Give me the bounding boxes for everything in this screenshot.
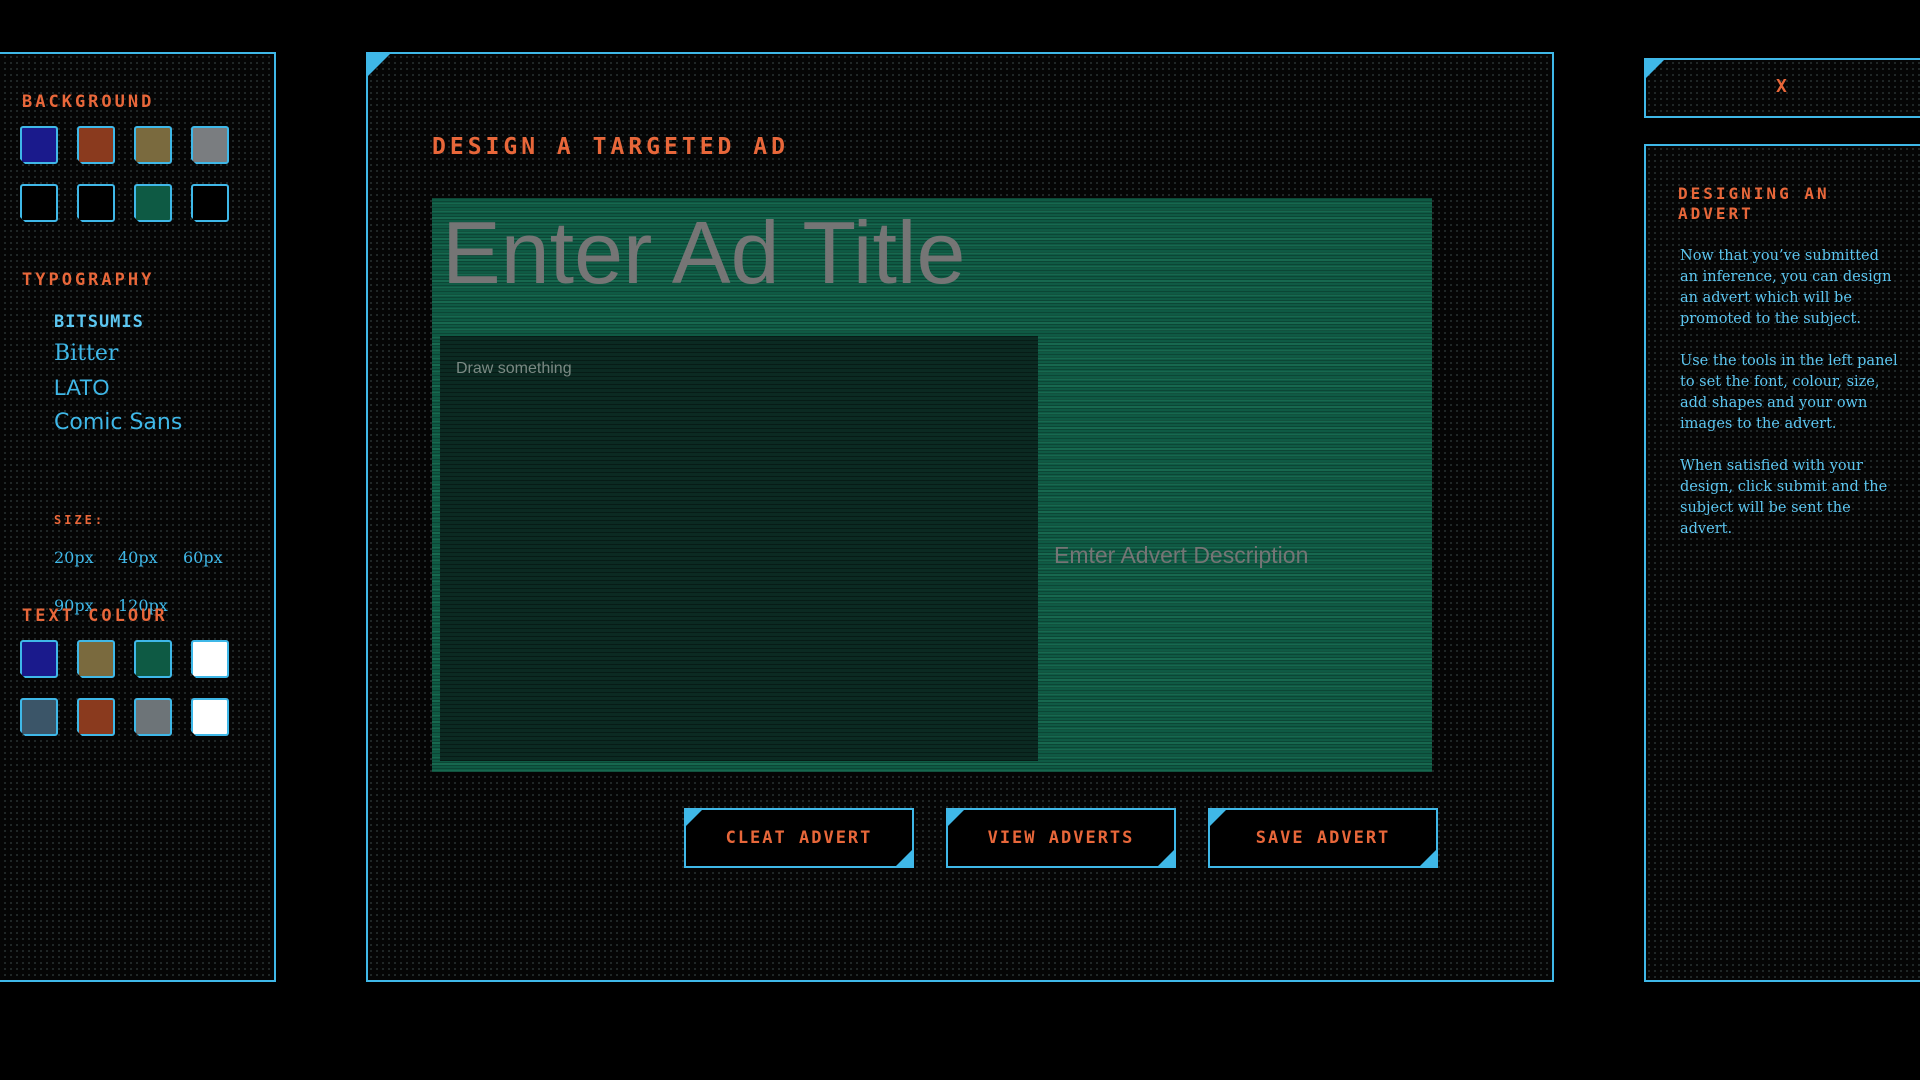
background-swatch[interactable] bbox=[191, 126, 229, 164]
background-section-title: Background bbox=[22, 92, 155, 112]
font-list: BITSUMIS Bitter LATO Comic Sans bbox=[54, 312, 182, 444]
help-title: Designing an Advert bbox=[1678, 184, 1830, 223]
corner-accent bbox=[895, 849, 913, 867]
background-swatch-grid bbox=[20, 126, 229, 222]
background-swatch[interactable] bbox=[77, 184, 115, 222]
size-option-40[interactable]: 40px bbox=[118, 548, 158, 567]
text-colour-swatch[interactable] bbox=[191, 698, 229, 736]
typography-section-title: Typography bbox=[22, 270, 155, 290]
background-swatch[interactable] bbox=[134, 184, 172, 222]
corner-accent bbox=[685, 809, 703, 827]
text-colour-swatch[interactable] bbox=[77, 698, 115, 736]
size-option-60[interactable]: 60px bbox=[183, 548, 223, 567]
draw-hint: Draw something bbox=[456, 360, 572, 377]
view-adverts-label: View Adverts bbox=[987, 828, 1135, 848]
background-swatch[interactable] bbox=[20, 126, 58, 164]
help-paragraph: When satisfied with your design, click s… bbox=[1680, 458, 1888, 537]
text-colour-swatch-grid bbox=[20, 640, 229, 736]
view-adverts-button[interactable]: View Adverts bbox=[946, 808, 1176, 868]
close-button[interactable]: X bbox=[1644, 58, 1920, 118]
clear-advert-label: Cleat Advert bbox=[725, 828, 873, 848]
background-swatch[interactable] bbox=[20, 184, 58, 222]
font-option-comic-sans[interactable]: Comic Sans bbox=[54, 410, 182, 435]
text-colour-swatch[interactable] bbox=[77, 640, 115, 678]
save-advert-label: Save Advert bbox=[1255, 828, 1391, 848]
page-title: Design a Targeted Ad bbox=[432, 134, 789, 160]
text-colour-swatch[interactable] bbox=[134, 698, 172, 736]
ad-description-input[interactable] bbox=[1054, 542, 1414, 569]
font-option-bitter[interactable]: Bitter bbox=[54, 341, 182, 366]
left-tools-panel: Background Typography BITSUMIS Bitter LA… bbox=[0, 52, 276, 982]
ad-designer-panel: Design a Targeted Ad Draw something Clea… bbox=[366, 52, 1554, 982]
text-colour-swatch[interactable] bbox=[134, 640, 172, 678]
help-text: Now that you’ve submitted an inference, … bbox=[1680, 246, 1900, 561]
corner-accent bbox=[1209, 809, 1227, 827]
ad-title-input[interactable] bbox=[442, 202, 1422, 304]
help-panel: Designing an Advert Now that you’ve subm… bbox=[1644, 144, 1920, 982]
corner-accent bbox=[1157, 849, 1175, 867]
close-icon[interactable]: X bbox=[1776, 76, 1787, 97]
font-option-bitsumis[interactable]: BITSUMIS bbox=[54, 312, 182, 332]
background-swatch[interactable] bbox=[191, 184, 229, 222]
corner-accent bbox=[1419, 849, 1437, 867]
text-colour-swatch[interactable] bbox=[20, 698, 58, 736]
text-colour-swatch[interactable] bbox=[20, 640, 58, 678]
clear-advert-button[interactable]: Cleat Advert bbox=[684, 808, 914, 868]
background-swatch[interactable] bbox=[134, 126, 172, 164]
corner-accent bbox=[368, 54, 390, 76]
font-option-lato[interactable]: LATO bbox=[54, 375, 182, 401]
text-colour-section-title: Text Colour bbox=[22, 606, 168, 626]
background-swatch[interactable] bbox=[77, 126, 115, 164]
size-label: SIZE: bbox=[54, 513, 106, 527]
corner-accent bbox=[1646, 60, 1664, 78]
save-advert-button[interactable]: Save Advert bbox=[1208, 808, 1438, 868]
size-option-20[interactable]: 20px bbox=[54, 548, 94, 567]
text-colour-swatch[interactable] bbox=[191, 640, 229, 678]
help-paragraph: Now that you’ve submitted an inference, … bbox=[1680, 248, 1892, 327]
help-paragraph: Use the tools in the left panel to set t… bbox=[1680, 353, 1898, 432]
drawing-area[interactable]: Draw something bbox=[440, 336, 1038, 761]
ad-canvas: Draw something bbox=[432, 198, 1432, 772]
corner-accent bbox=[947, 809, 965, 827]
